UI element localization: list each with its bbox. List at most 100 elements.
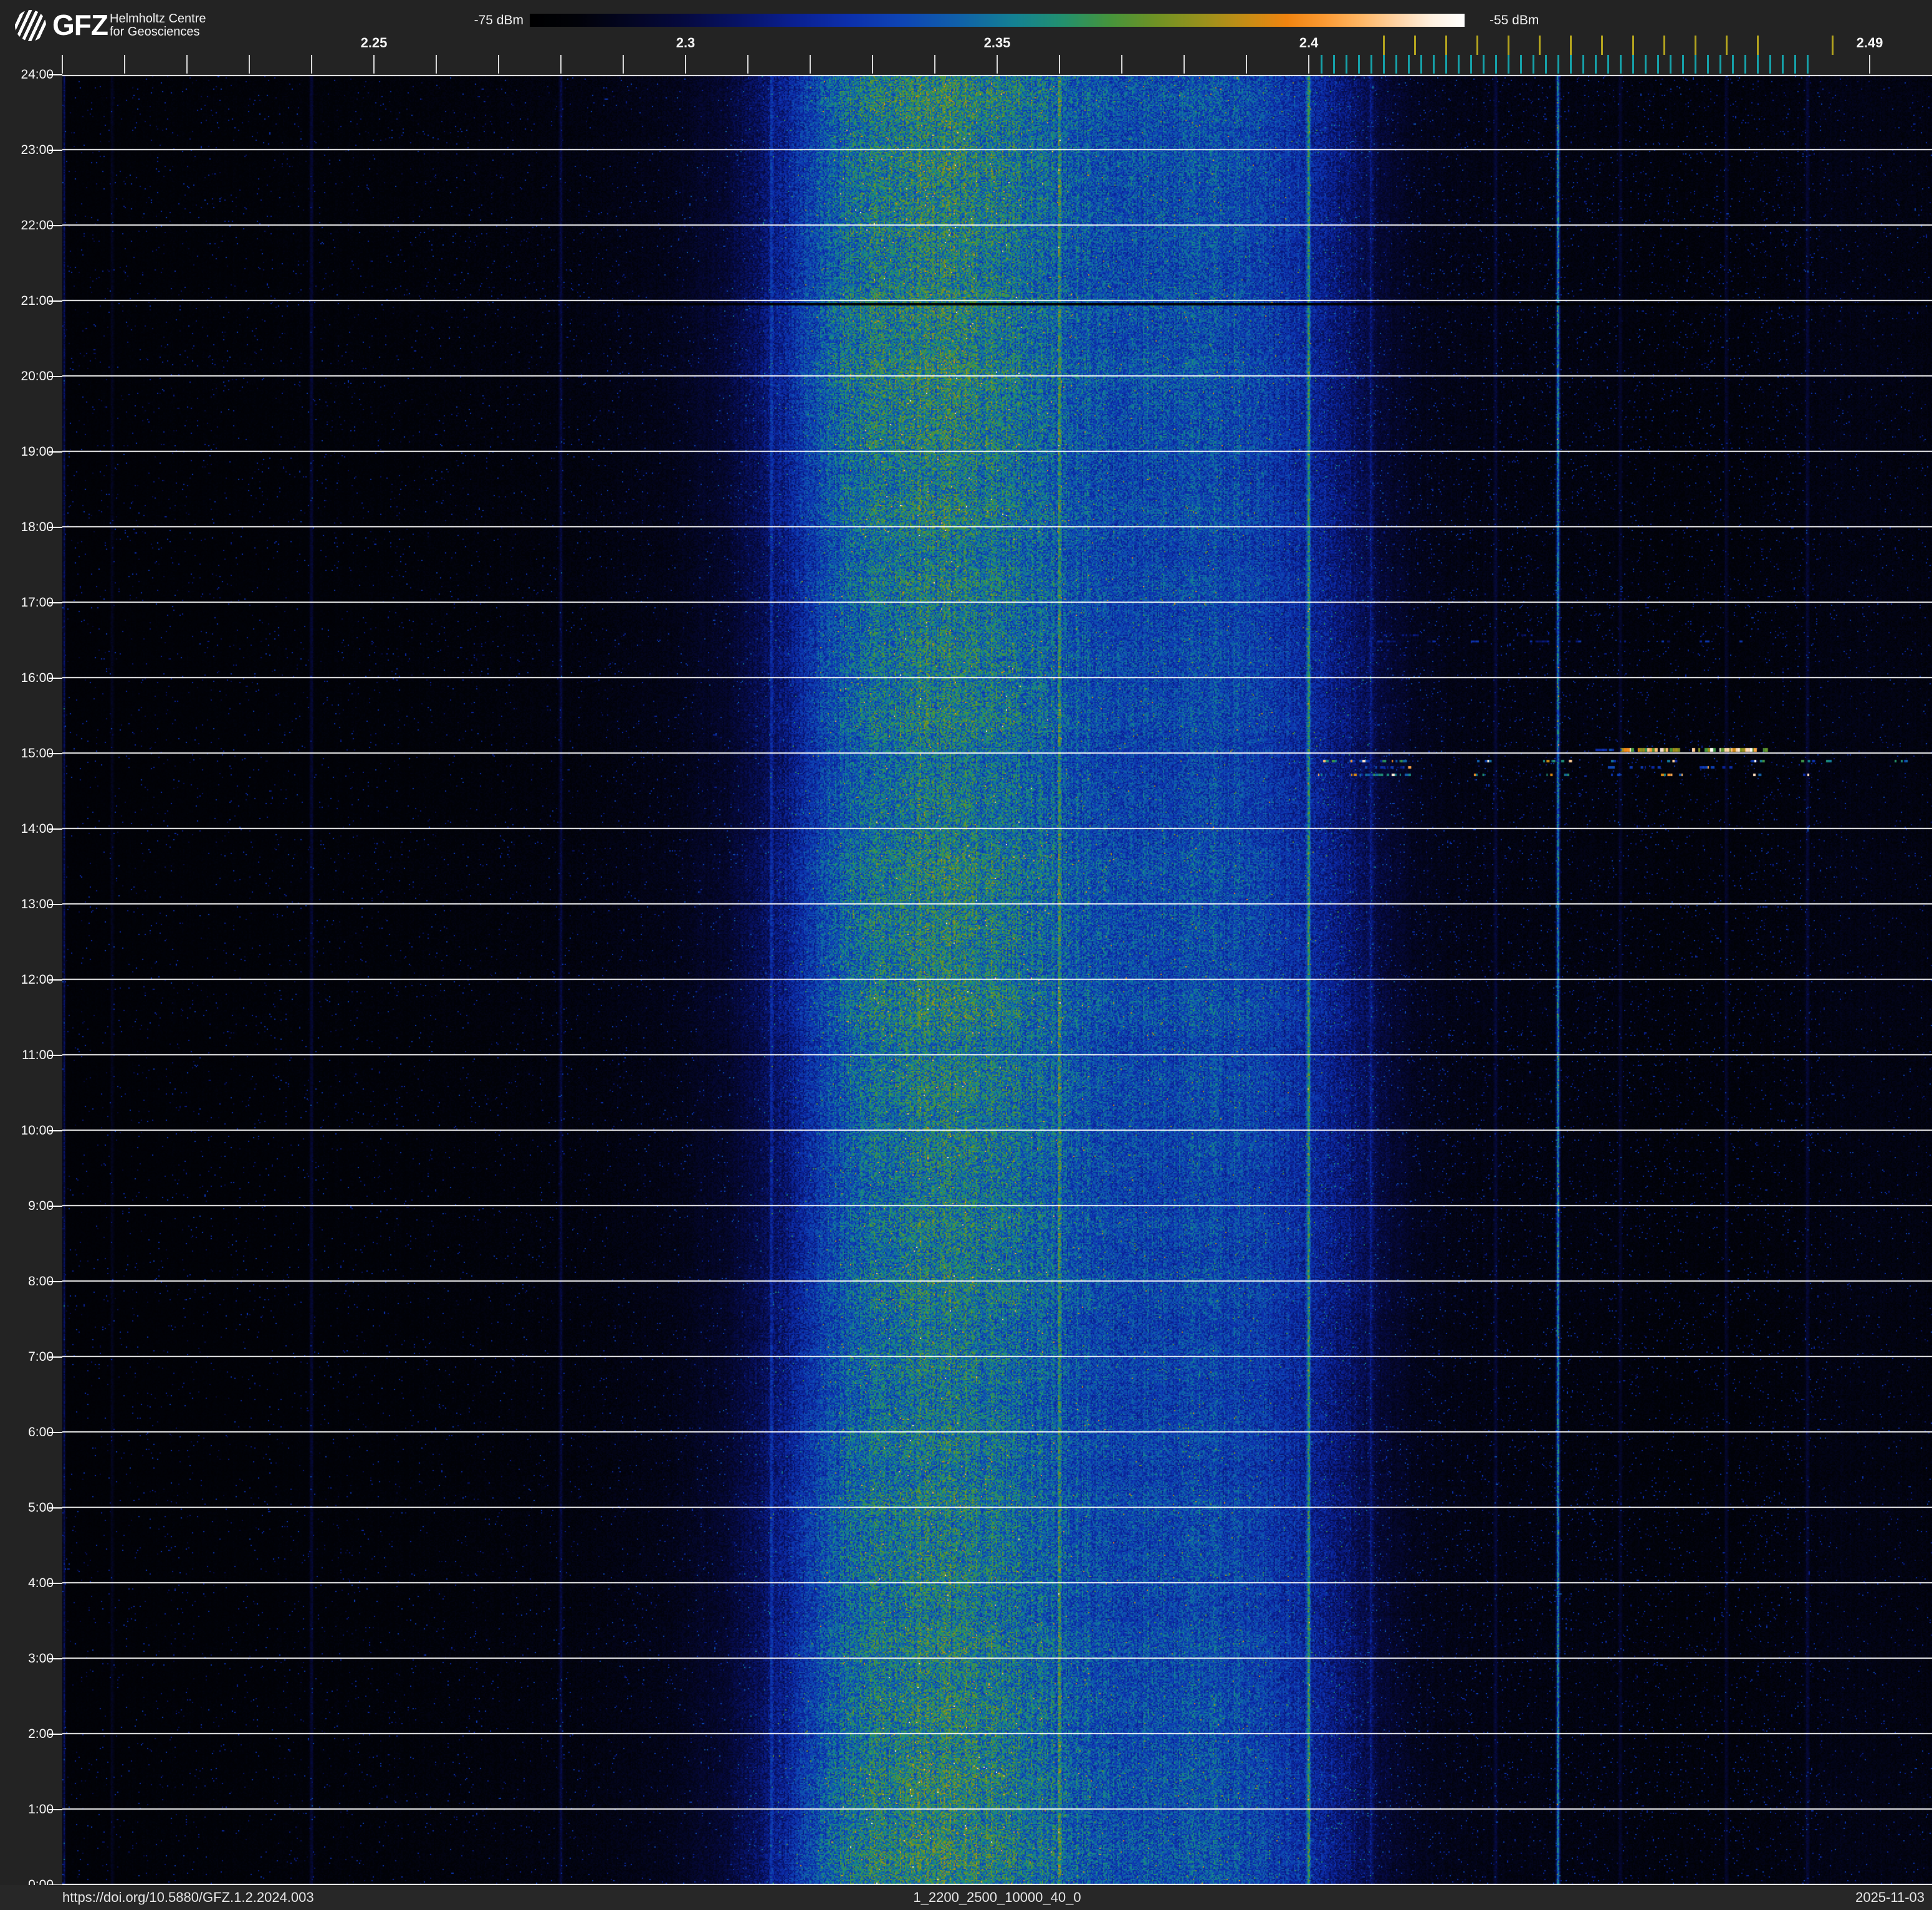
freq-axis-label: 2.25: [360, 35, 388, 50]
bluetooth-channel-tick: [1483, 55, 1485, 74]
bluetooth-channel-tick: [1607, 55, 1609, 74]
hour-tick: [49, 1583, 62, 1584]
bluetooth-channel-tick: [1719, 55, 1721, 74]
wifi-channel-tick: [1726, 36, 1728, 55]
wifi-channel-tick: [1539, 36, 1541, 55]
wifi-channel-tick: [1695, 36, 1696, 55]
freq-minor-tick: [747, 55, 748, 74]
freq-minor-tick: [560, 55, 562, 74]
bluetooth-channel-tick: [1420, 55, 1422, 74]
wifi-channel-tick: [1414, 36, 1416, 55]
bluetooth-channel-tick: [1445, 55, 1447, 74]
freq-minor-tick: [1184, 55, 1185, 74]
bluetooth-channel-tick: [1794, 55, 1796, 74]
bluetooth-channel-tick: [1557, 55, 1559, 74]
wifi-channel-tick: [1632, 36, 1634, 55]
hour-tick: [49, 150, 62, 151]
bluetooth-channel-tick: [1632, 55, 1634, 74]
bluetooth-channel-tick: [1732, 55, 1734, 74]
freq-minor-tick: [685, 55, 686, 74]
hour-tick: [49, 1734, 62, 1735]
dataset-id: 1_2200_2500_10000_40_0: [913, 1889, 1081, 1905]
freq-minor-tick: [623, 55, 624, 74]
bluetooth-channel-tick: [1508, 55, 1509, 74]
hour-tick: [49, 979, 62, 981]
hour-tick: [49, 1206, 62, 1207]
bluetooth-channel-tick: [1595, 55, 1597, 74]
bluetooth-channel-tick: [1333, 55, 1335, 74]
freq-minor-tick: [436, 55, 437, 74]
bluetooth-channel-tick: [1520, 55, 1522, 74]
hour-tick: [49, 1356, 62, 1358]
bluetooth-channel-tick: [1757, 55, 1759, 74]
bluetooth-channel-tick: [1346, 55, 1347, 74]
freq-axis-label: 2.35: [983, 35, 1011, 50]
bluetooth-channel-tick: [1545, 55, 1547, 74]
hour-tick: [49, 451, 62, 453]
bluetooth-channel-tick: [1582, 55, 1584, 74]
hour-tick: [49, 1507, 62, 1509]
freq-minor-tick: [1059, 55, 1060, 74]
bluetooth-channel-tick: [1470, 55, 1472, 74]
bluetooth-channel-tick: [1782, 55, 1784, 74]
bluetooth-channel-tick: [1495, 55, 1497, 74]
wifi-channel-tick: [1383, 36, 1385, 55]
footer: https://doi.org/10.5880/GFZ.1.2.2024.003…: [0, 1885, 1932, 1910]
bluetooth-channel-tick: [1769, 55, 1771, 74]
bluetooth-channel-tick: [1657, 55, 1659, 74]
hour-tick: [49, 1809, 62, 1810]
hour-tick: [49, 1658, 62, 1659]
bluetooth-channel-tick: [1695, 55, 1696, 74]
freq-minor-tick: [249, 55, 250, 74]
hour-tick: [49, 1055, 62, 1056]
freq-minor-tick: [1246, 55, 1247, 74]
bluetooth-channel-tick: [1744, 55, 1746, 74]
time-axis: 24:00 23:00 22:00 21:00 20:00 19:00 18:00 17:00…: [0, 0, 62, 1910]
freq-axis-label: 2.49: [1856, 35, 1883, 50]
freq-minor-tick: [934, 55, 935, 74]
hour-tick: [49, 225, 62, 226]
bluetooth-channel-tick: [1321, 55, 1322, 74]
hour-tick: [49, 678, 62, 679]
wifi-channel-tick: [1570, 36, 1572, 55]
bluetooth-channel-tick: [1383, 55, 1385, 74]
freq-minor-tick: [186, 55, 188, 74]
hour-tick: [49, 300, 62, 302]
bluetooth-channel-tick: [1408, 55, 1410, 74]
freq-minor-tick: [810, 55, 811, 74]
bluetooth-channel-tick: [1370, 55, 1372, 74]
freq-axis-label: 2.3: [676, 35, 696, 50]
bluetooth-channel-tick: [1682, 55, 1684, 74]
hour-tick: [49, 753, 62, 754]
wifi-channel-tick: [1663, 36, 1665, 55]
wifi-channel-tick: [1757, 36, 1759, 55]
hour-tick: [49, 74, 62, 75]
wifi-channel-tick: [1832, 36, 1834, 55]
hour-tick: [49, 1130, 62, 1131]
doi-text: https://doi.org/10.5880/GFZ.1.2.2024.003: [62, 1889, 314, 1905]
hour-tick: [49, 376, 62, 377]
hour-tick: [49, 1432, 62, 1433]
hour-tick: [49, 904, 62, 905]
bluetooth-channel-tick: [1707, 55, 1709, 74]
freq-minor-tick: [1121, 55, 1122, 74]
bluetooth-channel-tick: [1533, 55, 1534, 74]
hour-tick: [49, 1281, 62, 1282]
bluetooth-channel-tick: [1458, 55, 1460, 74]
freq-minor-tick: [872, 55, 873, 74]
freq-minor-tick: [1308, 55, 1309, 74]
frequency-axis: 2.25 2.3 2.35 2.4 2.49: [0, 0, 1932, 75]
bluetooth-channel-tick: [1433, 55, 1435, 74]
bluetooth-channel-tick: [1807, 55, 1809, 74]
wifi-channel-tick: [1601, 36, 1603, 55]
spectrogram-page: GFZ Helmholtz Centre for Geosciences -75…: [0, 0, 1932, 1910]
bluetooth-channel-tick: [1570, 55, 1572, 74]
bluetooth-channel-tick: [1620, 55, 1622, 74]
freq-minor-tick: [1869, 55, 1870, 74]
freq-minor-tick: [373, 55, 375, 74]
bluetooth-channel-tick: [1358, 55, 1360, 74]
freq-minor-tick: [311, 55, 312, 74]
hour-tick: [49, 527, 62, 528]
freq-minor-tick: [997, 55, 998, 74]
bluetooth-channel-tick: [1395, 55, 1397, 74]
